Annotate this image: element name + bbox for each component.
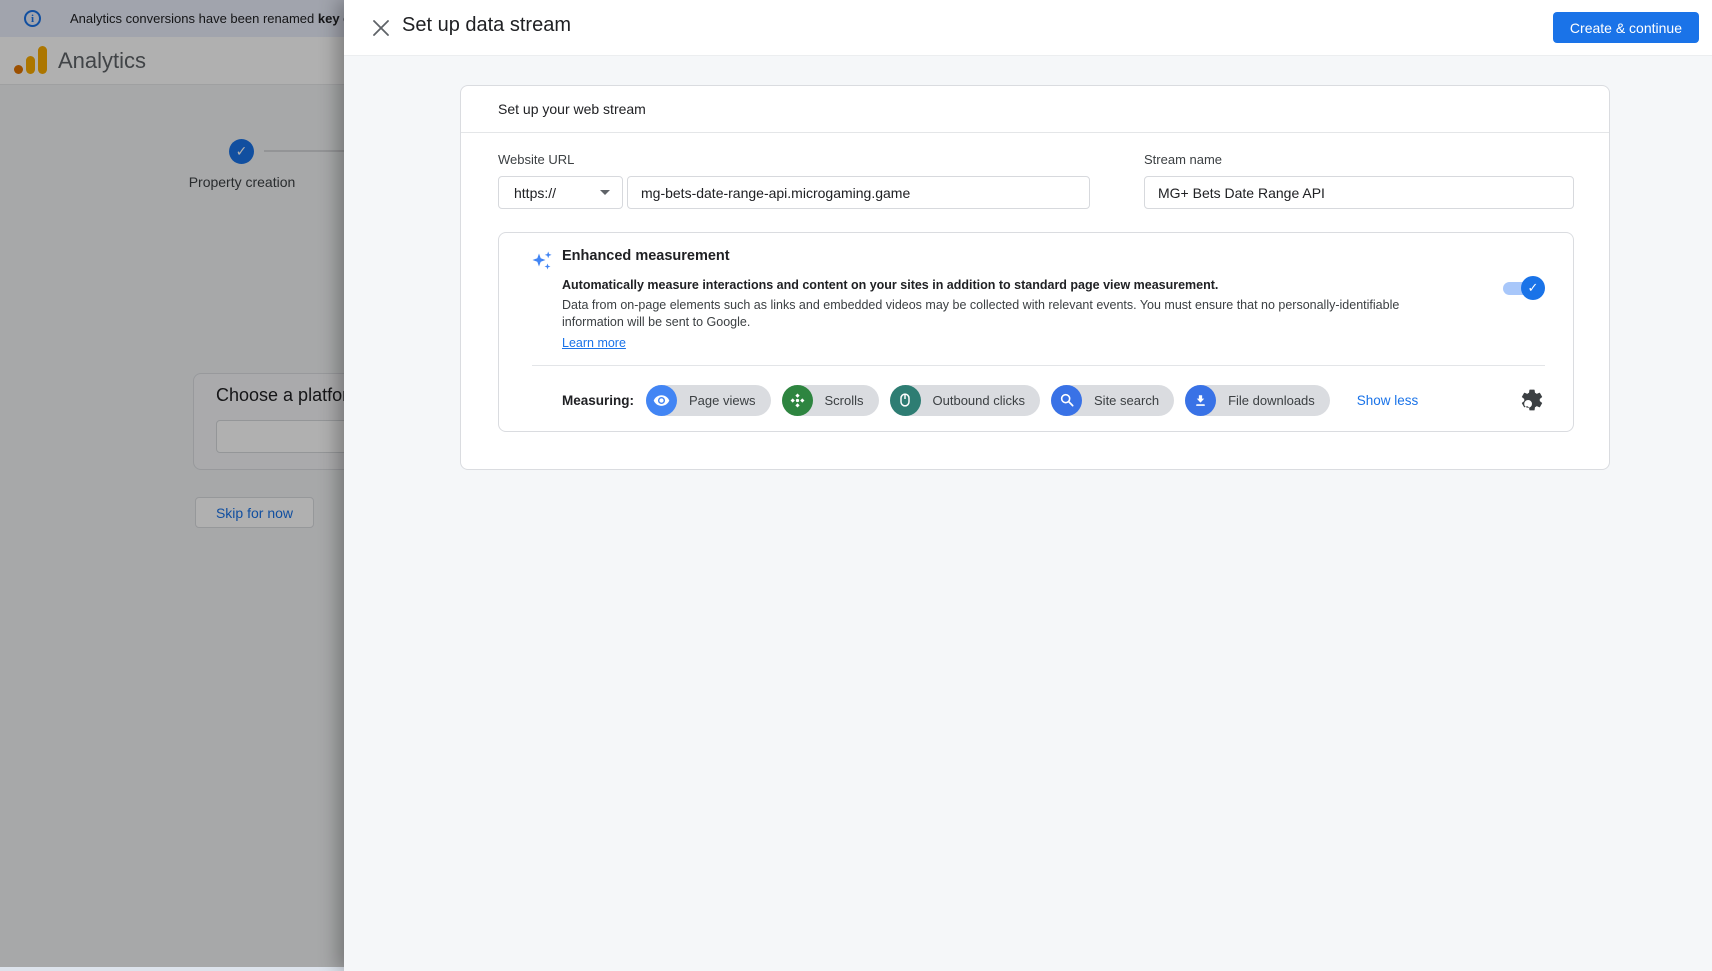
enhanced-measurement-desc-2: Data from on-page elements such as links… bbox=[562, 297, 1400, 329]
toggle-check-icon: ✓ bbox=[1521, 276, 1545, 300]
enhanced-measurement-panel: Enhanced measurement Automatically measu… bbox=[498, 232, 1574, 432]
bottom-edge-strip bbox=[0, 967, 344, 971]
gear-icon[interactable] bbox=[1519, 387, 1545, 413]
chip-label: Page views bbox=[689, 392, 756, 408]
web-stream-card-heading: Set up your web stream bbox=[461, 86, 1609, 133]
stream-name-label: Stream name bbox=[1144, 152, 1223, 167]
web-stream-card: Set up your web stream Website URL https… bbox=[460, 85, 1610, 470]
setup-data-stream-dialog: Set up data stream Create & continue Set… bbox=[344, 0, 1712, 971]
chip-label: File downloads bbox=[1228, 392, 1315, 408]
dialog-header: Set up data stream Create & continue bbox=[344, 0, 1712, 56]
stream-name-input[interactable] bbox=[1144, 176, 1574, 209]
sparkle-icon bbox=[532, 251, 552, 270]
web-stream-card-body: Website URL https:// Stream name bbox=[461, 133, 1609, 469]
chip-outbound-clicks[interactable]: Outbound clicks bbox=[889, 384, 1041, 416]
protocol-select-value: https:// bbox=[514, 184, 557, 201]
show-less-link[interactable]: Show less bbox=[1357, 393, 1419, 408]
protocol-select[interactable]: https:// bbox=[498, 176, 623, 209]
chip-label: Site search bbox=[1094, 392, 1160, 408]
chip-label: Outbound clicks bbox=[932, 392, 1026, 408]
website-url-input[interactable] bbox=[627, 176, 1090, 209]
create-continue-button[interactable]: Create & continue bbox=[1552, 12, 1699, 43]
mouse-icon bbox=[889, 384, 921, 416]
dialog-title: Set up data stream bbox=[402, 14, 571, 36]
enhanced-measurement-desc-1: Automatically measure interactions and c… bbox=[562, 278, 1219, 292]
chip-page-views[interactable]: Page views bbox=[646, 384, 771, 416]
divider bbox=[532, 364, 1545, 366]
eye-icon bbox=[646, 384, 678, 416]
measuring-label: Measuring: bbox=[562, 392, 635, 408]
enhanced-measurement-title: Enhanced measurement bbox=[562, 248, 730, 264]
website-url-group: Website URL https:// bbox=[498, 152, 1090, 209]
background-page: i Analytics conversions have been rename… bbox=[0, 0, 344, 971]
close-icon[interactable] bbox=[370, 17, 392, 39]
download-icon bbox=[1185, 384, 1217, 416]
enhanced-measurement-toggle[interactable]: ✓ bbox=[1503, 276, 1545, 300]
measuring-row: Measuring: Page views Scrolls Outbound c… bbox=[562, 384, 1545, 416]
chip-label: Scrolls bbox=[824, 392, 864, 408]
chip-site-search[interactable]: Site search bbox=[1051, 384, 1175, 416]
stream-form-row: Website URL https:// Stream name bbox=[498, 152, 1574, 209]
search-icon bbox=[1051, 384, 1083, 416]
learn-more-link[interactable]: Learn more bbox=[562, 336, 626, 350]
stream-name-group: Stream name bbox=[1144, 152, 1574, 209]
chevron-down-icon bbox=[600, 190, 610, 195]
scroll-icon bbox=[781, 384, 813, 416]
chip-scrolls[interactable]: Scrolls bbox=[781, 384, 879, 416]
modal-scrim[interactable] bbox=[0, 0, 344, 971]
chip-file-downloads[interactable]: File downloads bbox=[1185, 384, 1330, 416]
website-url-label: Website URL bbox=[498, 152, 575, 167]
